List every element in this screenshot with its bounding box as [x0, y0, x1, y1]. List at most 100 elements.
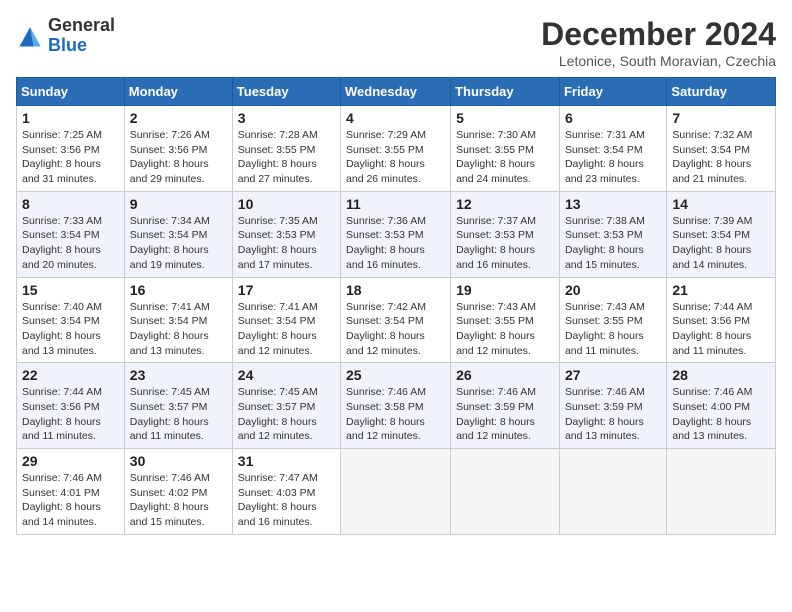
day-info: Sunrise: 7:41 AM Sunset: 3:54 PM Dayligh… [130, 300, 227, 359]
day-info: Sunrise: 7:46 AM Sunset: 4:00 PM Dayligh… [672, 385, 770, 444]
day-info: Sunrise: 7:25 AM Sunset: 3:56 PM Dayligh… [22, 128, 119, 187]
location: Letonice, South Moravian, Czechia [541, 53, 776, 69]
weekday-header-monday: Monday [124, 78, 232, 106]
calendar-cell: 19 Sunrise: 7:43 AM Sunset: 3:55 PM Dayli… [451, 277, 560, 363]
day-info: Sunrise: 7:46 AM Sunset: 3:58 PM Dayligh… [346, 385, 445, 444]
calendar-cell: 30 Sunrise: 7:46 AM Sunset: 4:02 PM Dayli… [124, 449, 232, 535]
calendar-week-2: 8 Sunrise: 7:33 AM Sunset: 3:54 PM Daylig… [17, 191, 776, 277]
day-number: 13 [565, 196, 661, 212]
day-number: 22 [22, 367, 119, 383]
day-number: 15 [22, 282, 119, 298]
day-info: Sunrise: 7:35 AM Sunset: 3:53 PM Dayligh… [238, 214, 335, 273]
logo-general: General [48, 15, 115, 35]
calendar-header-row: SundayMondayTuesdayWednesdayThursdayFrid… [17, 78, 776, 106]
weekday-header-tuesday: Tuesday [232, 78, 340, 106]
day-number: 11 [346, 196, 445, 212]
day-number: 26 [456, 367, 554, 383]
day-info: Sunrise: 7:39 AM Sunset: 3:54 PM Dayligh… [672, 214, 770, 273]
day-number: 4 [346, 110, 445, 126]
day-info: Sunrise: 7:36 AM Sunset: 3:53 PM Dayligh… [346, 214, 445, 273]
weekday-header-sunday: Sunday [17, 78, 125, 106]
day-number: 19 [456, 282, 554, 298]
calendar-cell: 10 Sunrise: 7:35 AM Sunset: 3:53 PM Dayli… [232, 191, 340, 277]
day-info: Sunrise: 7:46 AM Sunset: 3:59 PM Dayligh… [456, 385, 554, 444]
day-number: 29 [22, 453, 119, 469]
calendar: SundayMondayTuesdayWednesdayThursdayFrid… [16, 77, 776, 535]
calendar-cell: 4Sunrise: 7:29 AM Sunset: 3:55 PM Daylig… [341, 106, 451, 192]
day-info: Sunrise: 7:33 AM Sunset: 3:54 PM Dayligh… [22, 214, 119, 273]
day-info: Sunrise: 7:47 AM Sunset: 4:03 PM Dayligh… [238, 471, 335, 530]
day-number: 27 [565, 367, 661, 383]
calendar-cell: 21 Sunrise: 7:44 AM Sunset: 3:56 PM Dayli… [667, 277, 776, 363]
calendar-cell: 6 Sunrise: 7:31 AM Sunset: 3:54 PM Daylig… [559, 106, 666, 192]
calendar-cell: 13 Sunrise: 7:38 AM Sunset: 3:53 PM Dayli… [559, 191, 666, 277]
calendar-cell: 20 Sunrise: 7:43 AM Sunset: 3:55 PM Dayli… [559, 277, 666, 363]
calendar-cell: 9Sunrise: 7:34 AM Sunset: 3:54 PM Daylig… [124, 191, 232, 277]
day-info: Sunrise: 7:43 AM Sunset: 3:55 PM Dayligh… [456, 300, 554, 359]
day-number: 30 [130, 453, 227, 469]
day-number: 18 [346, 282, 445, 298]
calendar-cell: 5 Sunrise: 7:30 AM Sunset: 3:55 PM Daylig… [451, 106, 560, 192]
day-info: Sunrise: 7:41 AM Sunset: 3:54 PM Dayligh… [238, 300, 335, 359]
day-number: 3 [238, 110, 335, 126]
calendar-cell [667, 449, 776, 535]
calendar-cell: 25 Sunrise: 7:46 AM Sunset: 3:58 PM Dayli… [341, 363, 451, 449]
day-info: Sunrise: 7:38 AM Sunset: 3:53 PM Dayligh… [565, 214, 661, 273]
day-info: Sunrise: 7:31 AM Sunset: 3:54 PM Dayligh… [565, 128, 661, 187]
day-info: Sunrise: 7:46 AM Sunset: 4:02 PM Dayligh… [130, 471, 227, 530]
calendar-cell: 24 Sunrise: 7:45 AM Sunset: 3:57 PM Dayli… [232, 363, 340, 449]
calendar-cell: 14 Sunrise: 7:39 AM Sunset: 3:54 PM Dayli… [667, 191, 776, 277]
calendar-cell: 2 Sunrise: 7:26 AM Sunset: 3:56 PM Daylig… [124, 106, 232, 192]
calendar-week-1: 1Sunrise: 7:25 AM Sunset: 3:56 PM Daylig… [17, 106, 776, 192]
day-number: 21 [672, 282, 770, 298]
day-number: 8 [22, 196, 119, 212]
weekday-header-friday: Friday [559, 78, 666, 106]
calendar-cell: 29 Sunrise: 7:46 AM Sunset: 4:01 PM Dayli… [17, 449, 125, 535]
calendar-cell: 11 Sunrise: 7:36 AM Sunset: 3:53 PM Dayli… [341, 191, 451, 277]
weekday-header-wednesday: Wednesday [341, 78, 451, 106]
calendar-cell: 12Sunrise: 7:37 AM Sunset: 3:53 PM Dayli… [451, 191, 560, 277]
day-info: Sunrise: 7:30 AM Sunset: 3:55 PM Dayligh… [456, 128, 554, 187]
calendar-cell: 16 Sunrise: 7:41 AM Sunset: 3:54 PM Dayli… [124, 277, 232, 363]
day-info: Sunrise: 7:43 AM Sunset: 3:55 PM Dayligh… [565, 300, 661, 359]
day-number: 23 [130, 367, 227, 383]
day-number: 7 [672, 110, 770, 126]
calendar-cell: 26 Sunrise: 7:46 AM Sunset: 3:59 PM Dayli… [451, 363, 560, 449]
logo-text: General Blue [48, 16, 115, 56]
page-header: General Blue December 2024 Letonice, Sou… [16, 16, 776, 69]
calendar-cell [451, 449, 560, 535]
calendar-cell [341, 449, 451, 535]
day-number: 25 [346, 367, 445, 383]
calendar-week-3: 15Sunrise: 7:40 AM Sunset: 3:54 PM Dayli… [17, 277, 776, 363]
day-info: Sunrise: 7:26 AM Sunset: 3:56 PM Dayligh… [130, 128, 227, 187]
day-number: 9 [130, 196, 227, 212]
weekday-header-saturday: Saturday [667, 78, 776, 106]
month-title: December 2024 [541, 16, 776, 53]
day-number: 24 [238, 367, 335, 383]
calendar-cell: 31Sunrise: 7:47 AM Sunset: 4:03 PM Dayli… [232, 449, 340, 535]
day-number: 6 [565, 110, 661, 126]
logo: General Blue [16, 16, 115, 56]
day-info: Sunrise: 7:45 AM Sunset: 3:57 PM Dayligh… [238, 385, 335, 444]
day-number: 2 [130, 110, 227, 126]
day-number: 20 [565, 282, 661, 298]
weekday-header-thursday: Thursday [451, 78, 560, 106]
day-number: 10 [238, 196, 335, 212]
day-info: Sunrise: 7:46 AM Sunset: 4:01 PM Dayligh… [22, 471, 119, 530]
calendar-cell: 17 Sunrise: 7:41 AM Sunset: 3:54 PM Dayli… [232, 277, 340, 363]
calendar-cell [559, 449, 666, 535]
day-info: Sunrise: 7:42 AM Sunset: 3:54 PM Dayligh… [346, 300, 445, 359]
day-number: 17 [238, 282, 335, 298]
calendar-cell: 7Sunrise: 7:32 AM Sunset: 3:54 PM Daylig… [667, 106, 776, 192]
day-number: 14 [672, 196, 770, 212]
day-number: 12 [456, 196, 554, 212]
calendar-cell: 8 Sunrise: 7:33 AM Sunset: 3:54 PM Daylig… [17, 191, 125, 277]
day-number: 16 [130, 282, 227, 298]
title-block: December 2024 Letonice, South Moravian, … [541, 16, 776, 69]
calendar-cell: 22Sunrise: 7:44 AM Sunset: 3:56 PM Dayli… [17, 363, 125, 449]
day-number: 5 [456, 110, 554, 126]
calendar-cell: 28 Sunrise: 7:46 AM Sunset: 4:00 PM Dayli… [667, 363, 776, 449]
day-info: Sunrise: 7:46 AM Sunset: 3:59 PM Dayligh… [565, 385, 661, 444]
day-info: Sunrise: 7:44 AM Sunset: 3:56 PM Dayligh… [672, 300, 770, 359]
day-number: 28 [672, 367, 770, 383]
